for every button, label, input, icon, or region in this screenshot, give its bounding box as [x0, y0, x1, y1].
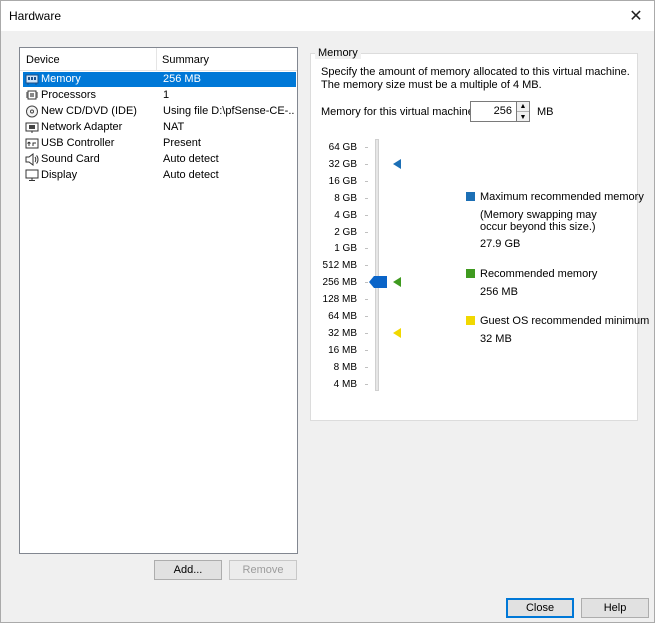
device-row-memory[interactable]: Memory 256 MB [23, 72, 296, 87]
scale-label: 1 GB [334, 243, 357, 255]
scale-tick [365, 163, 368, 165]
device-name: Memory [41, 73, 81, 85]
scale-label: 8 GB [334, 192, 357, 204]
device-row-processors[interactable]: Processors 1 [23, 88, 296, 103]
device-summary: Auto detect [163, 153, 219, 165]
scale-label: 128 MB [322, 294, 357, 306]
scale-tick [365, 316, 368, 317]
scale-tick [365, 231, 368, 233]
memory-field-label: Memory for this virtual machine: [321, 106, 477, 118]
scale-tick [365, 282, 368, 284]
maximum-legend-title: Maximum recommended memory [480, 191, 644, 203]
spin-down-icon[interactable]: ▼ [517, 112, 529, 122]
scale-label: 256 MB [322, 277, 357, 289]
device-name: Network Adapter [41, 121, 123, 133]
title-bar: Hardware ✕ [1, 1, 654, 31]
column-separator[interactable] [156, 48, 157, 71]
scale-tick [365, 197, 368, 199]
column-header-device[interactable]: Device [26, 54, 60, 66]
usb-controller-icon [25, 138, 39, 149]
hardware-dialog: Hardware ✕ Device Summary Memory 256 MB [0, 0, 655, 623]
guest-minimum-legend-title: Guest OS recommended minimum [480, 315, 650, 327]
guest-minimum-legend-value: 32 MB [480, 333, 512, 345]
cd-dvd-icon [26, 105, 38, 118]
guest-minimum-legend-swatch [466, 316, 475, 325]
memory-input[interactable]: 256 [470, 101, 517, 122]
device-list[interactable]: Device Summary Memory 256 MB Processors … [19, 47, 298, 554]
memory-group-title: Memory [315, 47, 361, 59]
scale-label: 512 MB [322, 260, 357, 272]
device-row-usb-controller[interactable]: USB Controller Present [23, 136, 296, 151]
scale-label: 32 GB [328, 158, 357, 170]
scale-tick [365, 147, 368, 148]
column-header-summary[interactable]: Summary [162, 54, 209, 66]
recommended-legend-swatch [466, 269, 475, 278]
close-button[interactable]: Close [506, 598, 574, 618]
scale-tick [365, 299, 368, 301]
recommended-memory-marker [393, 277, 401, 288]
scale-label: 32 MB [328, 327, 357, 339]
device-list-header: Device Summary [20, 48, 297, 71]
scale-tick [365, 214, 368, 216]
display-icon [25, 169, 39, 181]
device-row-sound-card[interactable]: Sound Card Auto detect [23, 152, 296, 167]
scale-tick [365, 180, 368, 182]
scale-tick [365, 248, 368, 250]
scale-tick [365, 332, 368, 334]
device-summary: 256 MB [163, 73, 201, 85]
memory-unit: MB [537, 106, 554, 118]
scale-tick [365, 366, 368, 368]
device-name: USB Controller [41, 137, 115, 149]
scale-label: 64 GB [328, 142, 357, 153]
guest-minimum-marker [393, 327, 401, 338]
device-summary: Auto detect [163, 169, 219, 181]
memory-spinner[interactable]: ▲ ▼ [516, 101, 530, 122]
memory-slider-track[interactable] [375, 139, 379, 391]
scale-label: 16 GB [328, 175, 357, 187]
close-window-icon[interactable]: ✕ [618, 1, 654, 31]
scale-label: 16 MB [328, 344, 357, 356]
processor-icon [26, 90, 38, 100]
recommended-legend-title: Recommended memory [480, 268, 598, 280]
scale-label: 8 MB [333, 361, 357, 373]
window-title: Hardware [9, 9, 62, 23]
device-row-cd-dvd[interactable]: New CD/DVD (IDE) Using file D:\pfSense-C… [23, 104, 296, 119]
add-button[interactable]: Add... [154, 560, 222, 580]
scale-label: 2 GB [334, 226, 357, 238]
device-name: New CD/DVD (IDE) [41, 105, 137, 117]
device-summary: Using file D:\pfSense-CE-... [163, 105, 295, 117]
device-summary: 1 [163, 89, 170, 101]
maximum-memory-marker [393, 158, 401, 169]
recommended-legend-value: 256 MB [480, 286, 518, 298]
memory-description: Specify the amount of memory allocated t… [321, 66, 630, 91]
maximum-legend-swatch [466, 192, 475, 201]
scale-tick [365, 383, 368, 385]
device-row-display[interactable]: Display Auto detect [23, 168, 296, 183]
scale-label: 4 GB [334, 209, 357, 221]
device-name: Display [41, 169, 78, 181]
device-row-network-adapter[interactable]: Network Adapter NAT [23, 120, 296, 135]
scale-tick [365, 349, 368, 351]
scale-label: 64 MB [328, 311, 357, 322]
device-name: Processors [41, 89, 97, 101]
memory-slider-thumb[interactable] [369, 276, 387, 289]
maximum-legend-value: 27.9 GB [480, 238, 521, 250]
sound-card-icon [25, 153, 39, 166]
remove-button[interactable]: Remove [229, 560, 297, 580]
memory-icon [25, 74, 39, 85]
device-summary: Present [163, 137, 201, 149]
device-summary: NAT [163, 121, 185, 133]
scale-tick [365, 265, 368, 267]
spin-up-icon[interactable]: ▲ [517, 102, 529, 112]
maximum-legend-note-1: (Memory swapping may [480, 209, 597, 221]
scale-label: 4 MB [333, 378, 357, 390]
device-name: Sound Card [41, 153, 100, 165]
help-button[interactable]: Help [581, 598, 649, 618]
maximum-legend-note-2: occur beyond this size.) [480, 221, 596, 233]
network-adapter-icon [25, 122, 39, 133]
